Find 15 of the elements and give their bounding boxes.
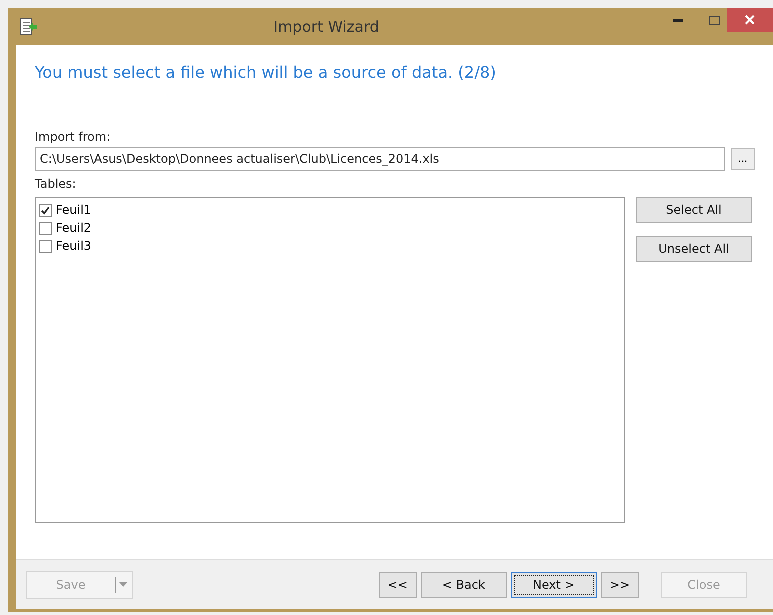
table-name: Feuil3 — [56, 239, 92, 253]
table-name: Feuil1 — [56, 203, 92, 217]
select-button[interactable]: Unselect All — [636, 236, 752, 262]
select-button[interactable]: Select All — [636, 197, 752, 223]
nav-button[interactable]: << — [378, 572, 417, 598]
table-name: Feuil2 — [56, 221, 92, 235]
import-from-label: Import from: — [35, 130, 112, 144]
tables-label: Tables: — [35, 177, 78, 191]
window-title: Import Wizard — [272, 18, 380, 36]
nav-button[interactable]: Next > — [510, 572, 597, 598]
nav-button[interactable]: < Back — [420, 572, 507, 598]
file-path-field[interactable]: C:\Users\Asus\Desktop\Donnees actualiser\Club\Licences_2014.xls — [35, 147, 725, 171]
browse-button[interactable]: ... — [731, 148, 755, 170]
nav-button[interactable]: >> — [600, 572, 639, 598]
wizard-heading: You must select a file which will be a source of data. (2/8) — [35, 63, 498, 82]
